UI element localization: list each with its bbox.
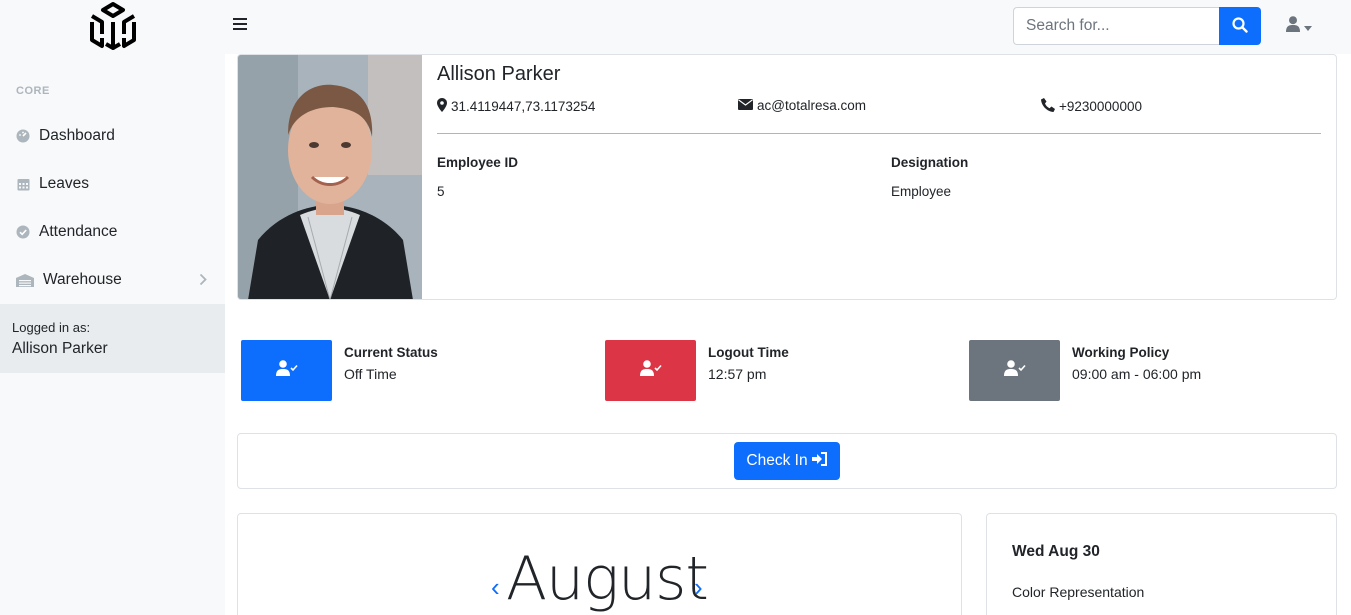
sidebar-item-label: Warehouse xyxy=(43,271,122,288)
sidebar-item-dashboard[interactable]: Dashboard xyxy=(0,112,225,160)
user-check-icon xyxy=(1003,360,1026,381)
selected-date: Wed Aug 30 xyxy=(1012,543,1100,560)
sidebar-item-warehouse[interactable]: Warehouse xyxy=(0,256,225,304)
profile-location: 31.4119447,73.1173254 xyxy=(437,98,595,115)
checkin-card: Check In xyxy=(237,433,1337,489)
sidebar-item-leaves[interactable]: Leaves xyxy=(0,160,225,208)
logout-time-tile xyxy=(605,340,696,401)
logged-in-label: Logged in as: xyxy=(12,320,91,335)
employee-id-label: Employee ID xyxy=(437,155,519,170)
email-text: ac@totalresa.com xyxy=(757,98,866,113)
location-text: 31.4119447,73.1173254 xyxy=(451,99,596,114)
sidebar: CORE Dashboard Leaves Attendance Warehou… xyxy=(0,0,225,615)
calendar-icon xyxy=(16,177,30,191)
current-status-value: Off Time xyxy=(344,366,397,382)
map-marker-icon xyxy=(437,98,447,115)
sidebar-item-label: Leaves xyxy=(39,175,89,192)
current-status-tile xyxy=(241,340,332,401)
calendar-prev-button[interactable]: ‹ xyxy=(491,572,500,603)
logout-time-title: Logout Time xyxy=(708,345,789,360)
user-check-icon xyxy=(275,360,298,381)
profile-email: ac@totalresa.com xyxy=(738,98,866,113)
sidebar-item-attendance[interactable]: Attendance xyxy=(0,208,225,256)
logo-icon[interactable] xyxy=(86,0,140,54)
profile-photo xyxy=(238,55,422,299)
caret-down-icon xyxy=(1304,18,1312,36)
tachometer-icon xyxy=(16,129,30,143)
search-icon xyxy=(1232,16,1248,36)
logout-time-value: 12:57 pm xyxy=(708,366,767,382)
topbar xyxy=(225,0,1351,54)
phone-text: +9230000000 xyxy=(1059,99,1142,114)
logged-in-panel: Logged in as: Allison Parker xyxy=(0,304,225,373)
color-representation-label: Color Representation xyxy=(1012,584,1145,600)
profile-divider xyxy=(437,133,1321,134)
search-form xyxy=(1013,7,1261,45)
calendar-next-button[interactable]: › xyxy=(694,572,703,603)
phone-icon xyxy=(1041,98,1055,115)
envelope-icon xyxy=(738,98,753,113)
chevron-right-icon xyxy=(199,273,207,291)
check-in-button[interactable]: Check In xyxy=(734,442,840,480)
search-button[interactable] xyxy=(1219,7,1261,45)
check-in-label: Check In xyxy=(746,452,808,469)
date-card: Wed Aug 30 Color Representation xyxy=(986,513,1337,615)
working-policy-tile xyxy=(969,340,1060,401)
current-status-title: Current Status xyxy=(344,345,438,360)
sidebar-item-label: Dashboard xyxy=(39,127,115,144)
working-policy-value: 09:00 am - 06:00 pm xyxy=(1072,366,1202,382)
calendar-card: ‹ August › xyxy=(237,513,962,615)
sidebar-item-label: Attendance xyxy=(39,223,118,240)
check-circle-icon xyxy=(16,225,30,239)
user-menu-dropdown[interactable] xyxy=(1286,16,1312,37)
search-input[interactable] xyxy=(1013,7,1219,45)
user-icon xyxy=(1286,16,1300,37)
designation-value: Employee xyxy=(891,184,952,199)
employee-id-value: 5 xyxy=(437,184,445,199)
working-policy-title: Working Policy xyxy=(1072,345,1170,360)
profile-name: Allison Parker xyxy=(437,63,561,85)
profile-card: Allison Parker 31.4119447,73.1173254 ac@… xyxy=(237,54,1337,300)
warehouse-icon xyxy=(16,273,34,287)
sidebar-heading: CORE xyxy=(16,85,50,97)
calendar-month: August xyxy=(506,544,709,614)
user-check-icon xyxy=(639,360,662,381)
designation-label: Designation xyxy=(891,155,969,170)
hamburger-menu-icon[interactable] xyxy=(233,18,247,32)
sign-in-icon xyxy=(811,451,828,471)
logged-in-user: Allison Parker xyxy=(12,340,108,357)
profile-phone: +9230000000 xyxy=(1041,98,1142,115)
